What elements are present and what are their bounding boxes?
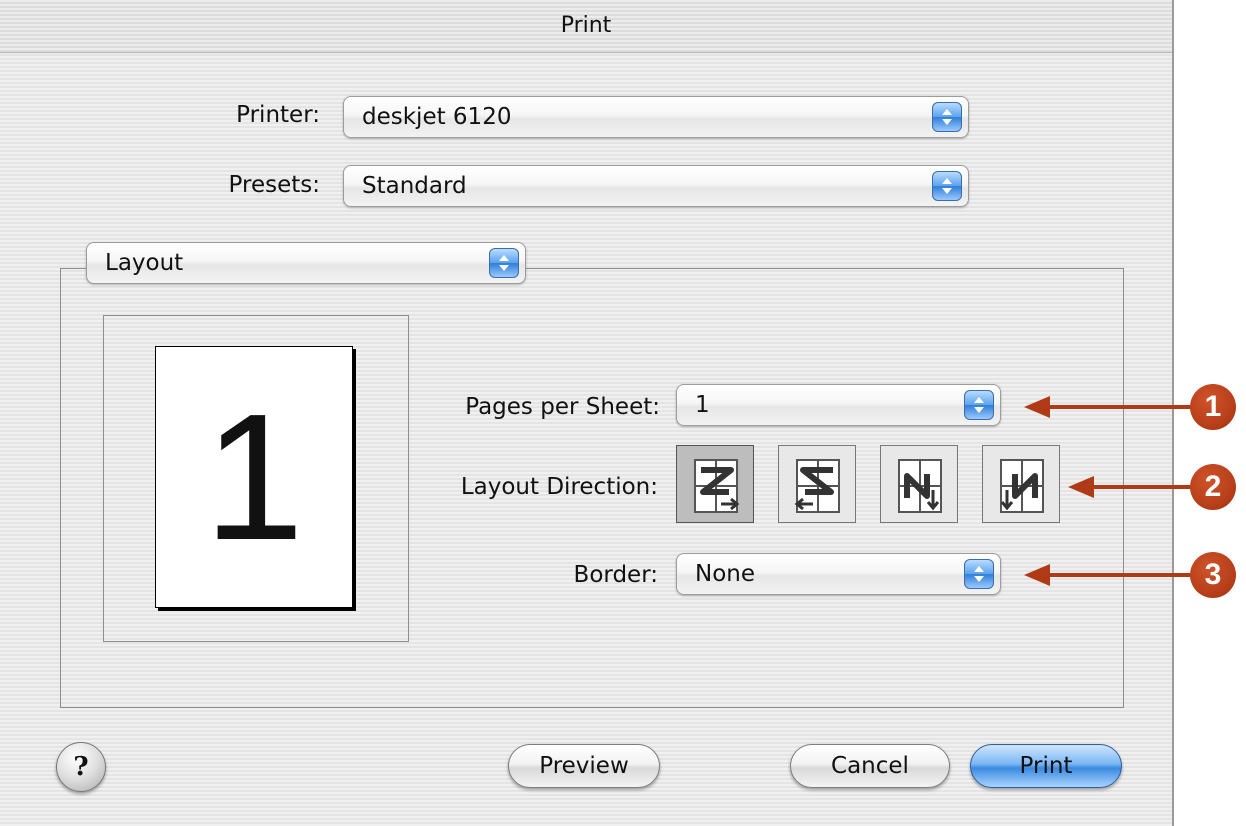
pages-per-sheet-popup[interactable]: 1 (676, 384, 1001, 426)
callout-arrow-line-2 (1090, 485, 1192, 489)
pages-per-sheet-value: 1 (695, 392, 710, 418)
reverse-z-direction-icon (794, 459, 840, 513)
callout-arrow-line-1 (1046, 405, 1192, 409)
layout-direction-reverse-n-button[interactable] (982, 445, 1060, 523)
callout-badge-3: 3 (1190, 552, 1236, 598)
callout-number-2: 2 (1204, 470, 1222, 503)
reverse-n-direction-icon (1000, 459, 1044, 513)
preview-button[interactable]: Preview (508, 744, 660, 788)
preview-page: 1 (155, 346, 353, 608)
print-button[interactable]: Print (970, 744, 1122, 788)
up-down-arrows-icon (489, 248, 519, 278)
help-icon: ? (73, 752, 89, 782)
panel-popup[interactable]: Layout (86, 242, 526, 284)
print-button-label: Print (1019, 753, 1073, 779)
up-down-arrows-icon (964, 390, 994, 420)
layout-direction-label: Layout Direction: (460, 474, 658, 500)
callout-arrow-line-3 (1046, 573, 1192, 577)
preview-button-label: Preview (539, 753, 629, 779)
up-down-arrows-icon (932, 171, 962, 201)
n-direction-icon (898, 459, 942, 513)
layout-direction-reverse-z-button[interactable] (778, 445, 856, 523)
presets-value: Standard (362, 173, 467, 199)
cancel-button-label: Cancel (831, 753, 909, 779)
title-bar: Print (0, 0, 1172, 53)
presets-popup[interactable]: Standard (343, 165, 969, 207)
help-button[interactable]: ? (56, 742, 106, 792)
printer-label: Printer: (236, 102, 320, 128)
callout-number-3: 3 (1204, 558, 1222, 591)
z-direction-icon (694, 459, 740, 513)
layout-direction-z-button[interactable] (676, 445, 754, 523)
cancel-button[interactable]: Cancel (790, 744, 950, 788)
callout-badge-2: 2 (1190, 464, 1236, 510)
window-title: Print (560, 13, 612, 38)
layout-direction-n-button[interactable] (880, 445, 958, 523)
panel-value: Layout (105, 250, 184, 276)
printer-popup[interactable]: deskjet 6120 (343, 96, 969, 138)
print-dialog: Print Printer: deskjet 6120 Presets: Sta… (0, 0, 1174, 826)
border-popup[interactable]: None (676, 553, 1001, 595)
printer-value: deskjet 6120 (362, 104, 512, 130)
up-down-arrows-icon (932, 102, 962, 132)
border-value: None (695, 561, 756, 587)
callout-badge-1: 1 (1190, 384, 1236, 430)
callout-number-1: 1 (1204, 390, 1222, 423)
border-label: Border: (573, 562, 658, 588)
presets-label: Presets: (228, 172, 320, 198)
up-down-arrows-icon (964, 559, 994, 589)
pages-per-sheet-label: Pages per Sheet: (465, 394, 660, 420)
preview-page-number: 1 (203, 376, 305, 578)
